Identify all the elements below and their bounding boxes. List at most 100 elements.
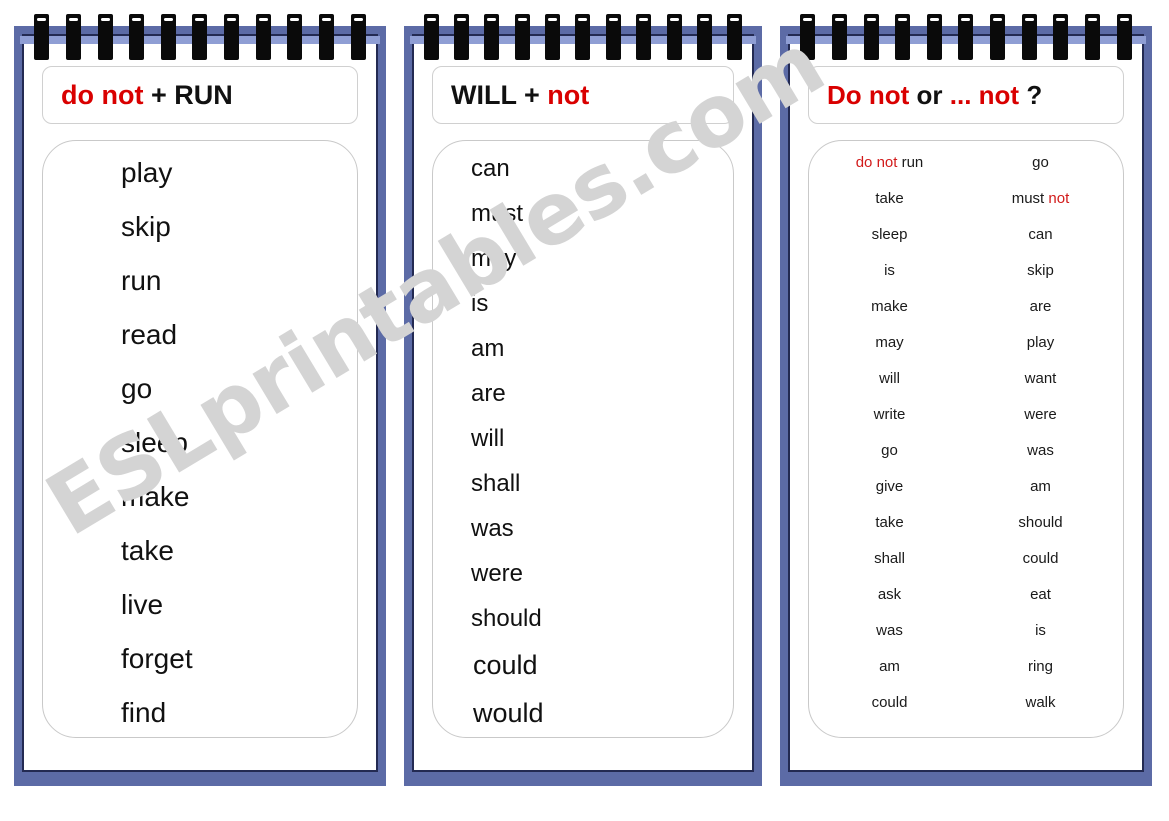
spiral-ring-icon bbox=[350, 14, 366, 60]
card-1-paper: do not + RUN play skip run read go sleep… bbox=[24, 36, 376, 770]
list-item: can bbox=[1026, 227, 1052, 242]
list-item: find bbox=[121, 697, 167, 728]
card-1-title: do not + RUN bbox=[61, 80, 233, 111]
card-2-header-box: WILL + not bbox=[432, 66, 734, 124]
spiral-ring-icon bbox=[129, 14, 145, 60]
list-item: shall bbox=[874, 551, 911, 566]
spiral-ring-icon bbox=[1021, 14, 1037, 60]
list-item: may bbox=[875, 335, 909, 350]
list-item: am bbox=[1028, 479, 1051, 494]
list-item: skip bbox=[121, 211, 171, 242]
black-text: run bbox=[901, 154, 924, 171]
card-3-title: Do not or ... not ? bbox=[827, 80, 1042, 111]
spiral-ring-icon bbox=[224, 14, 240, 60]
list-item: is bbox=[1033, 623, 1046, 638]
black-text: could bbox=[1022, 550, 1059, 567]
black-text: ask bbox=[877, 586, 902, 603]
list-item: will bbox=[471, 425, 505, 452]
black-text: go bbox=[881, 442, 898, 459]
list-item: are bbox=[471, 380, 506, 407]
spiral-ring-icon bbox=[255, 14, 271, 60]
list-item: run bbox=[121, 265, 162, 296]
card-2-title: WILL + not bbox=[451, 80, 589, 111]
list-item: make bbox=[871, 299, 914, 314]
list-item: is bbox=[471, 290, 489, 317]
black-text: play bbox=[1026, 334, 1055, 351]
list-item: skip bbox=[1025, 263, 1054, 278]
spiral-ring-icon bbox=[575, 14, 591, 60]
spiral-ring-icon bbox=[990, 14, 1006, 60]
list-item: was bbox=[876, 623, 909, 638]
spiral-ring-icon bbox=[423, 14, 439, 60]
black-text: take bbox=[875, 190, 904, 207]
card-3-right-column: go must not can skip are play want were … bbox=[966, 155, 1113, 737]
card-3-title-red-1: Do not bbox=[827, 79, 910, 110]
black-text: give bbox=[875, 478, 904, 495]
card-2-inner: WILL + not can must may is am are will s… bbox=[410, 14, 756, 772]
black-text: are bbox=[1029, 298, 1052, 315]
notepad-card-3: Do not or ... not ? do not run take slee… bbox=[780, 14, 1152, 786]
card-3-list-box: do not run take sleep is make may will w… bbox=[808, 140, 1124, 738]
list-item: take bbox=[121, 535, 174, 566]
list-item: eat bbox=[1028, 587, 1051, 602]
black-text: should bbox=[1018, 514, 1063, 531]
list-item: go bbox=[121, 373, 153, 404]
black-text: write bbox=[873, 406, 906, 423]
spiral-ring-icon bbox=[800, 14, 816, 60]
spiral-ring-icon bbox=[287, 14, 303, 60]
spiral-ring-icon bbox=[605, 14, 621, 60]
spiral-ring-icon bbox=[34, 14, 50, 60]
list-item: take bbox=[875, 191, 909, 206]
list-item: play bbox=[121, 157, 173, 188]
list-item: should bbox=[471, 605, 542, 632]
spiral-ring-icon bbox=[666, 14, 682, 60]
spiral-ring-icon bbox=[1116, 14, 1132, 60]
black-text: sleep bbox=[871, 226, 908, 243]
list-item: was bbox=[1025, 443, 1054, 458]
black-text: may bbox=[875, 334, 904, 351]
list-item: make bbox=[121, 481, 190, 512]
card-2-title-black: WILL + bbox=[451, 79, 548, 110]
card-1-word-list: play skip run read go sleep make take li… bbox=[43, 141, 357, 737]
card-1-title-red: do not bbox=[61, 79, 144, 110]
list-item: shall bbox=[471, 470, 521, 497]
list-item: would bbox=[473, 698, 544, 728]
list-item: could bbox=[872, 695, 914, 710]
list-item: want bbox=[1023, 371, 1057, 386]
card-1-list-box: play skip run read go sleep make take li… bbox=[42, 140, 358, 738]
black-text: am bbox=[879, 658, 900, 675]
list-item: sleep bbox=[872, 227, 914, 242]
worksheet-page: do not + RUN play skip run read go sleep… bbox=[0, 0, 1169, 821]
list-item: give bbox=[876, 479, 910, 494]
list-item: must not bbox=[1010, 191, 1070, 206]
black-text: is bbox=[1035, 622, 1046, 639]
list-item: write bbox=[874, 407, 912, 422]
spiral-ring-icon bbox=[318, 14, 334, 60]
card-3-paper: Do not or ... not ? do not run take slee… bbox=[790, 36, 1142, 770]
spiral-rings bbox=[782, 14, 1150, 66]
list-item: will bbox=[879, 371, 906, 386]
list-item: was bbox=[471, 515, 514, 542]
list-item: am bbox=[879, 659, 906, 674]
black-text: take bbox=[875, 514, 904, 531]
black-text: shall bbox=[874, 550, 905, 567]
spiral-binding-2 bbox=[406, 14, 760, 66]
black-text: must bbox=[1011, 190, 1049, 207]
card-3-title-black-1: or bbox=[909, 79, 950, 110]
card-3-title-red-2: ... not bbox=[949, 79, 1020, 110]
black-text: skip bbox=[1027, 262, 1054, 279]
black-text: make bbox=[871, 298, 908, 315]
spiral-ring-icon bbox=[454, 14, 470, 60]
black-text: ring bbox=[1027, 658, 1053, 675]
card-3-inner: Do not or ... not ? do not run take slee… bbox=[786, 14, 1146, 772]
black-text: was bbox=[876, 622, 903, 639]
spiral-ring-icon bbox=[1053, 14, 1069, 60]
card-3-title-black-2: ? bbox=[1019, 79, 1043, 110]
list-item: is bbox=[884, 263, 901, 278]
black-text: will bbox=[879, 370, 900, 387]
black-text: am bbox=[1030, 478, 1051, 495]
spiral-ring-icon bbox=[895, 14, 911, 60]
card-3-left-column: do not run take sleep is make may will w… bbox=[819, 155, 966, 737]
spiral-ring-icon bbox=[636, 14, 652, 60]
black-text: want bbox=[1024, 370, 1057, 387]
